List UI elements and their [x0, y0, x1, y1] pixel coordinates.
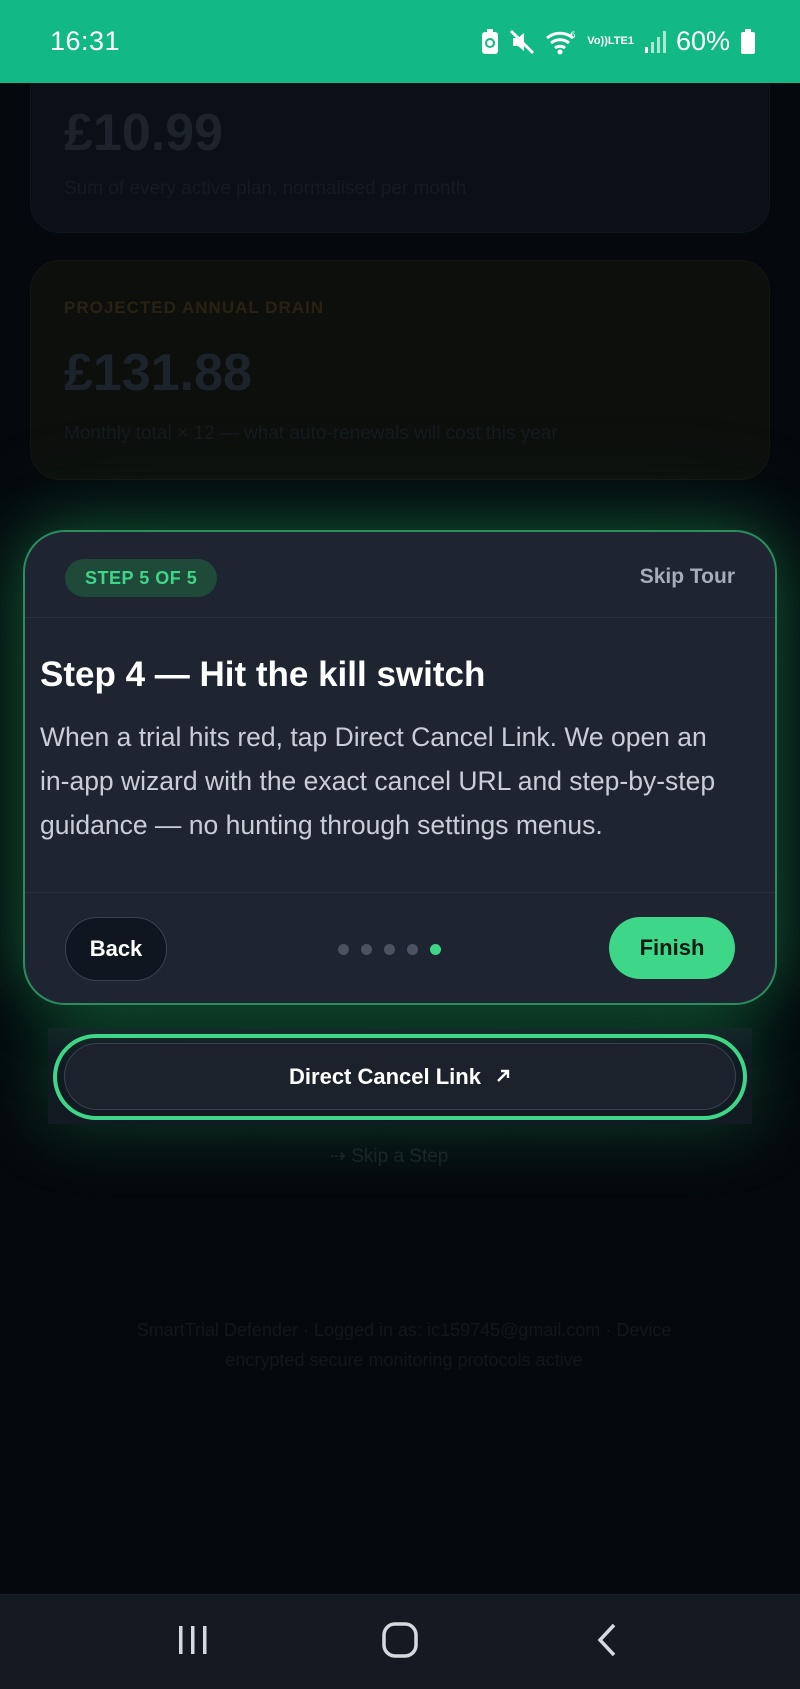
battery-percent: 60%	[675, 26, 730, 56]
wifi-icon: 6	[545, 29, 577, 55]
step-dot	[361, 944, 372, 955]
arrow-up-right-icon	[495, 1064, 511, 1090]
battery-icon	[740, 28, 756, 55]
monthly-caption: Sum of every active plan, normalised per…	[64, 178, 467, 199]
recent-apps-icon	[175, 1624, 211, 1661]
skip-tour-button[interactable]: Skip Tour	[640, 565, 735, 589]
direct-cancel-link-button[interactable]: Direct Cancel Link	[64, 1043, 736, 1110]
tour-title: Step 4 — Hit the kill switch	[40, 655, 486, 694]
network-label-top: Vo))	[587, 35, 608, 47]
step-badge: STEP 5 OF 5	[65, 559, 218, 597]
app-screen: 16:31 6 Vo)) LTE1 60% £10.99 Sum of ever…	[0, 0, 800, 1689]
system-nav-bar	[0, 1594, 800, 1689]
step-dot	[338, 944, 349, 955]
tour-header: STEP 5 OF 5 Skip Tour	[25, 532, 775, 618]
monthly-amount: £10.99	[64, 104, 224, 162]
skip-arrow-icon: ⇢	[330, 1146, 352, 1167]
network-type: Vo)) LTE1	[587, 36, 634, 47]
recent-apps-button[interactable]	[153, 1612, 233, 1672]
step-dot-active	[430, 944, 441, 955]
home-button[interactable]	[360, 1612, 440, 1672]
signal-icon	[644, 30, 666, 54]
footer-line-2: encrypted secure monitoring protocols ac…	[225, 1350, 583, 1370]
step-dot	[384, 944, 395, 955]
tour-body: When a trial hits red, tap Direct Cancel…	[40, 722, 716, 840]
svg-text:6: 6	[570, 31, 576, 41]
annual-caption: Monthly total × 12 — what auto-renewals …	[64, 423, 558, 444]
step-dots	[338, 944, 441, 955]
tour-footer-divider	[25, 892, 775, 893]
back-nav-button[interactable]	[567, 1612, 647, 1672]
annual-amount: £131.88	[64, 344, 252, 402]
skip-step-link[interactable]: ⇢ Skip a Step	[330, 1145, 448, 1168]
footer-line-1: SmartTrial Defender · Logged in as: ic15…	[136, 1320, 672, 1340]
status-icons: 6 Vo)) LTE1 60%	[481, 26, 756, 57]
mute-icon	[509, 29, 535, 55]
status-bar: 16:31 6 Vo)) LTE1 60%	[0, 0, 800, 83]
annual-label: PROJECTED ANNUAL DRAIN	[64, 298, 325, 317]
skip-step-label: Skip a Step	[351, 1146, 449, 1167]
battery-saver-icon	[481, 28, 499, 55]
status-time: 16:31	[50, 26, 121, 56]
home-icon	[381, 1621, 419, 1664]
finish-button[interactable]: Finish	[609, 917, 735, 979]
direct-cancel-link-label: Direct Cancel Link	[289, 1063, 481, 1089]
network-label-bottom: LTE1	[607, 35, 634, 47]
back-icon	[595, 1622, 619, 1663]
step-dot	[407, 944, 418, 955]
back-button[interactable]: Back	[65, 917, 167, 981]
